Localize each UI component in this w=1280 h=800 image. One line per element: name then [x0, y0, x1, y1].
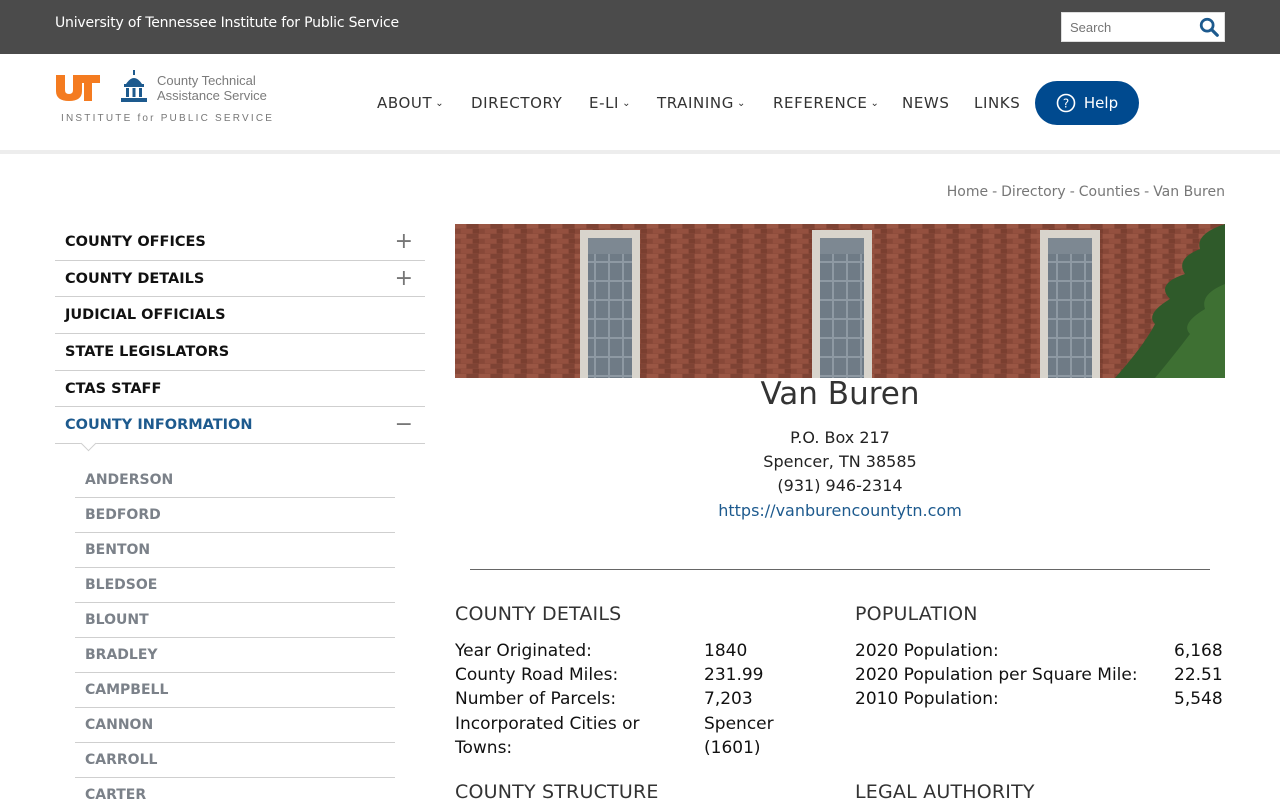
nav-about[interactable]: ABOUT ⌄ — [377, 94, 444, 112]
nav-reference-label: REFERENCE — [773, 94, 868, 112]
nav-training-label: TRAINING — [657, 94, 734, 112]
breadcrumb-directory[interactable]: Directory — [1001, 184, 1066, 200]
institute-name[interactable]: University of Tennessee Institute for Pu… — [55, 15, 399, 31]
sidebar: COUNTY OFFICES + COUNTY DETAILS + JUDICIAL… — [55, 224, 425, 445]
detail-label: Number of Parcels: — [455, 689, 617, 709]
ut-logo-icon — [56, 75, 100, 101]
sidebar-item-county-offices[interactable]: COUNTY OFFICES + — [55, 224, 425, 261]
county-title: Van Buren — [760, 376, 920, 412]
county-phone: (931) 946-2314 — [777, 476, 903, 495]
plus-icon[interactable]: + — [395, 267, 413, 289]
search-box[interactable] — [1061, 12, 1225, 42]
population-label: 2020 Population per Square Mile: — [855, 665, 1138, 685]
nav-directory[interactable]: DIRECTORY — [471, 94, 562, 112]
nav-links[interactable]: LINKS — [974, 94, 1020, 112]
plus-icon[interactable]: + — [395, 231, 413, 253]
county-link[interactable]: BENTON — [75, 533, 395, 568]
svg-text:?: ? — [1063, 97, 1069, 111]
breadcrumb-counties[interactable]: Counties — [1079, 184, 1140, 200]
sidebar-item-ctas-staff[interactable]: CTAS STAFF — [55, 371, 425, 408]
sidebar-item-county-details[interactable]: COUNTY DETAILS + — [55, 261, 425, 298]
sidebar-item-judicial-officials[interactable]: JUDICIAL OFFICIALS — [55, 297, 425, 335]
chevron-down-icon: ⌄ — [736, 98, 746, 109]
county-link[interactable]: BEDFORD — [75, 498, 395, 533]
county-link[interactable]: ANDERSON — [75, 463, 395, 498]
county-address-line1: P.O. Box 217 — [790, 428, 890, 447]
sidebar-item-county-information[interactable]: COUNTY INFORMATION − — [55, 407, 425, 445]
county-link[interactable]: BLOUNT — [75, 603, 395, 638]
divider — [470, 569, 1210, 570]
county-address-line2: Spencer, TN 38585 — [763, 452, 917, 471]
ips-tagline: INSTITUTE for PUBLIC SERVICE — [61, 113, 275, 124]
ctas-logo[interactable]: County Technical Assistance Service INST… — [56, 70, 281, 130]
county-link[interactable]: CANNON — [75, 708, 395, 743]
population-heading: POPULATION — [855, 603, 978, 625]
county-list: ANDERSON BEDFORD BENTON BLEDSOE BLOUNT B… — [75, 463, 395, 800]
population-value: 22.51 — [1174, 665, 1223, 685]
sidebar-item-label: COUNTY OFFICES — [65, 233, 206, 250]
nav-news[interactable]: NEWS — [902, 94, 949, 112]
population-value: 6,168 — [1174, 641, 1223, 661]
courthouse-banner-image — [455, 224, 1225, 378]
breadcrumb-current: Van Buren — [1153, 184, 1225, 200]
detail-value: Spencer — [704, 714, 774, 734]
ctas-name-line1: County Technical — [157, 73, 256, 88]
chevron-down-icon: ⌄ — [435, 98, 445, 109]
chevron-down-icon: ⌄ — [622, 98, 632, 109]
minus-icon[interactable]: − — [395, 414, 413, 436]
chevron-down-icon: ⌄ — [870, 98, 880, 109]
nav-eli[interactable]: E-LI ⌄ — [589, 94, 631, 112]
sidebar-item-label: STATE LEGISLATORS — [65, 343, 230, 360]
county-link[interactable]: BLEDSOE — [75, 568, 395, 603]
sidebar-item-label: JUDICIAL OFFICIALS — [65, 307, 226, 324]
county-website-link[interactable]: https://vanburencountytn.com — [455, 501, 1225, 520]
ctas-name-line2: Assistance Service — [157, 88, 267, 103]
detail-label: Year Originated: — [455, 641, 592, 661]
county-link[interactable]: CAMPBELL — [75, 673, 395, 708]
sidebar-item-label: COUNTY INFORMATION — [65, 417, 253, 434]
sidebar-item-label: COUNTY DETAILS — [65, 270, 205, 287]
help-button[interactable]: ? Help — [1035, 81, 1139, 125]
sidebar-item-state-legislators[interactable]: STATE LEGISLATORS — [55, 334, 425, 371]
county-structure-heading: COUNTY STRUCTURE — [455, 781, 659, 800]
legal-authority-heading: LEGAL AUTHORITY — [855, 781, 1035, 800]
nav-about-label: ABOUT — [377, 94, 433, 112]
population-label: 2020 Population: — [855, 641, 999, 661]
detail-label: Incorporated Cities or — [455, 714, 640, 734]
detail-value: 1840 — [704, 641, 748, 661]
population-label: 2010 Population: — [855, 689, 999, 709]
county-link[interactable]: CARROLL — [75, 743, 395, 778]
detail-value: (1601) — [704, 738, 761, 758]
search-icon[interactable] — [1198, 16, 1220, 38]
detail-label: County Road Miles: — [455, 665, 619, 685]
help-label: Help — [1083, 94, 1119, 112]
county-details-heading: COUNTY DETAILS — [455, 603, 622, 625]
population-value: 5,548 — [1174, 689, 1223, 709]
capitol-icon — [121, 70, 147, 102]
detail-label: Towns: — [455, 738, 513, 758]
site-header: County Technical Assistance Service INST… — [0, 54, 1280, 154]
top-bar: University of Tennessee Institute for Pu… — [0, 0, 1280, 54]
breadcrumb-home[interactable]: Home — [947, 184, 988, 200]
breadcrumb: Home - Directory - Counties - Van Buren — [946, 184, 1225, 200]
search-input[interactable] — [1062, 13, 1196, 41]
county-link[interactable]: CARTER — [75, 778, 395, 800]
sidebar-item-label: CTAS STAFF — [65, 380, 162, 397]
nav-reference[interactable]: REFERENCE ⌄ — [773, 94, 879, 112]
question-circle-icon: ? — [1056, 93, 1076, 113]
nav-training[interactable]: TRAINING ⌄ — [657, 94, 746, 112]
detail-value: 7,203 — [704, 689, 753, 709]
county-link[interactable]: BRADLEY — [75, 638, 395, 673]
detail-value: 231.99 — [704, 665, 764, 685]
nav-eli-label: E-LI — [589, 94, 620, 112]
